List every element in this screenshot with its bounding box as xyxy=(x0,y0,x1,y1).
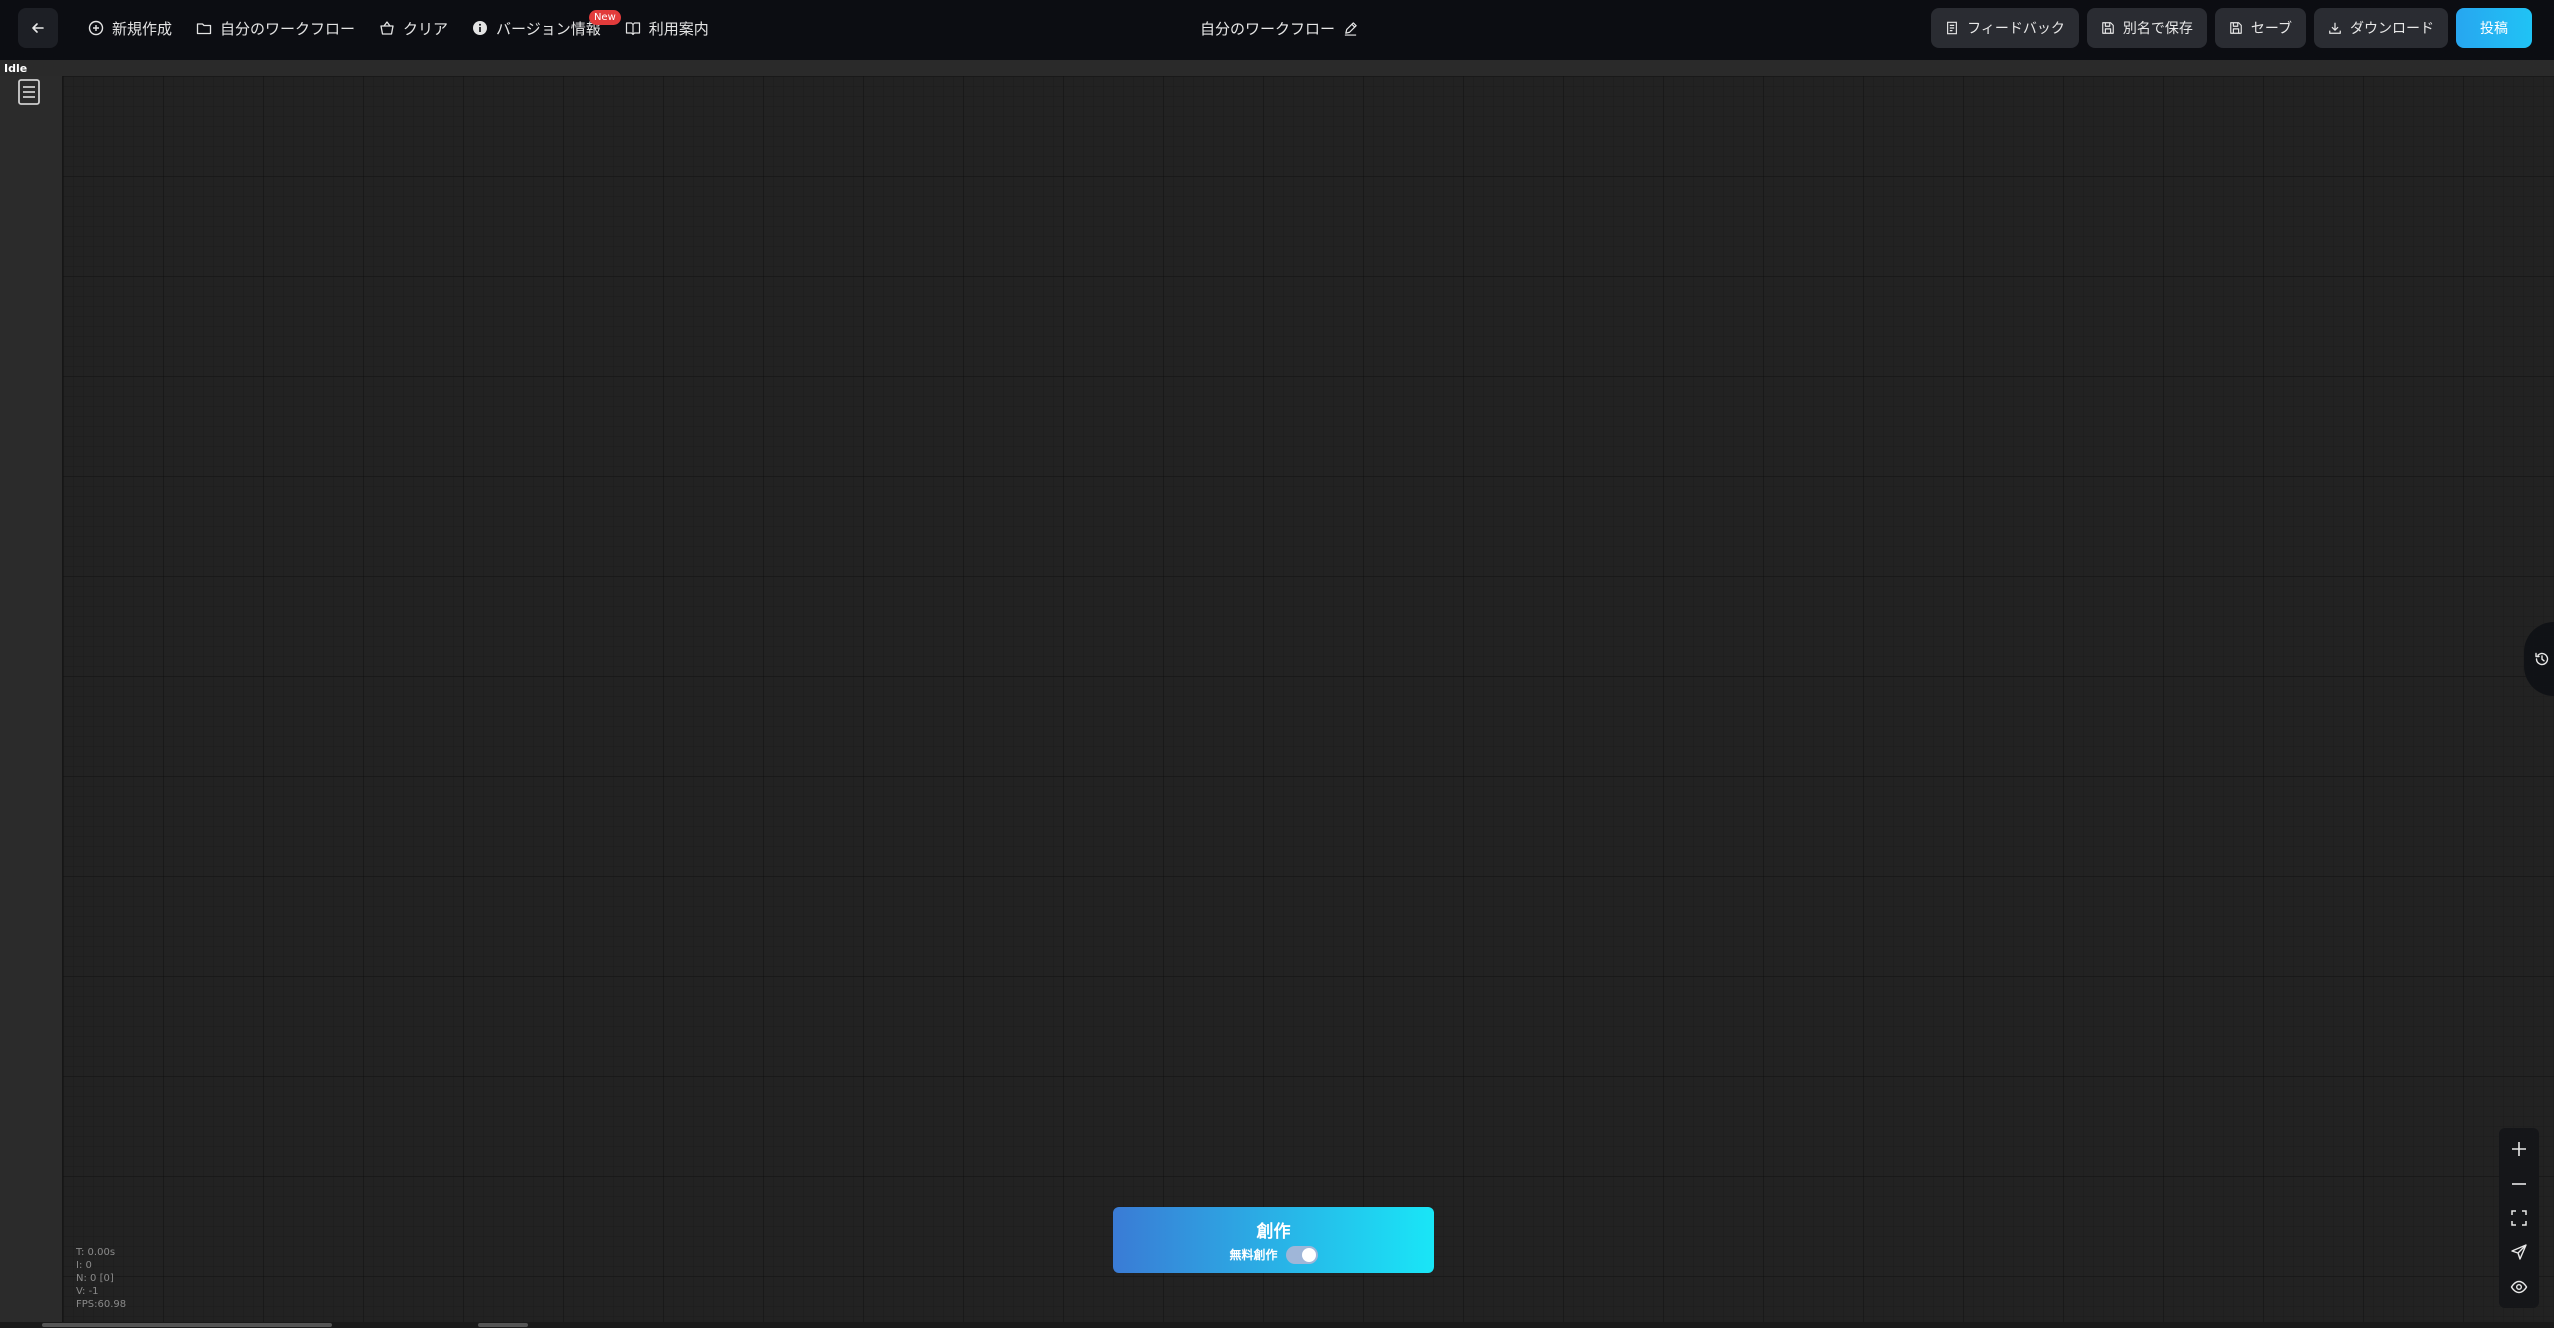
create-label: 創作 xyxy=(1256,1221,1291,1242)
locate-button[interactable] xyxy=(2504,1237,2534,1267)
action-buttons: フィードバック 別名で保存 セーブ ダウンロード 投稿 xyxy=(1931,8,2532,48)
book-icon xyxy=(625,22,640,36)
workflow-canvas[interactable] xyxy=(63,76,2554,1326)
guide-label: 利用案内 xyxy=(648,19,709,38)
download-icon xyxy=(2329,22,2341,34)
fullscreen-icon xyxy=(2511,1210,2527,1226)
stat-nodes: N: 0 [0] xyxy=(76,1273,114,1284)
horizontal-scrollbar[interactable] xyxy=(0,1322,2554,1328)
save-as-button[interactable]: 別名で保存 xyxy=(2086,8,2207,48)
my-workflows-button[interactable]: 自分のワークフロー xyxy=(184,0,367,56)
stat-time: T: 0.00s xyxy=(76,1247,116,1258)
main-menu: 新規作成 自分のワークフロー クリア バージョン情報 New 利用案内 xyxy=(76,0,721,56)
zoom-out-button[interactable] xyxy=(2504,1169,2534,1199)
canvas-controls xyxy=(2499,1128,2539,1308)
document-list-icon xyxy=(18,79,40,105)
download-label: ダウンロード xyxy=(2350,21,2434,37)
edit-pencil-icon[interactable] xyxy=(1343,21,1358,36)
my-workflows-label: 自分のワークフロー xyxy=(220,19,356,38)
status-label: Idle xyxy=(4,62,28,75)
zoom-in-button[interactable] xyxy=(2504,1134,2534,1164)
stat-version: V: -1 xyxy=(76,1286,99,1297)
post-button[interactable]: 投稿 xyxy=(2456,8,2532,48)
workflow-title[interactable]: 自分のワークフロー xyxy=(1200,0,1358,56)
post-label: 投稿 xyxy=(2480,21,2508,37)
new-workflow-button[interactable]: 新規作成 xyxy=(76,0,184,56)
fit-view-button[interactable] xyxy=(2504,1203,2534,1233)
clear-button[interactable]: クリア xyxy=(367,0,460,56)
save-label: セーブ xyxy=(2250,21,2292,37)
left-sidebar xyxy=(0,76,63,1328)
free-create-row: 無料創作 xyxy=(1229,1245,1318,1264)
feedback-label: フィードバック xyxy=(1967,21,2065,37)
floppy-icon xyxy=(2230,22,2242,34)
status-strip xyxy=(0,60,2554,76)
feedback-icon xyxy=(1947,21,1958,35)
folder-icon xyxy=(196,23,212,35)
version-info-button[interactable]: バージョン情報 New xyxy=(460,0,621,56)
top-bar: 新規作成 自分のワークフロー クリア バージョン情報 New 利用案内 自分のワ… xyxy=(0,0,2554,61)
history-icon xyxy=(2535,652,2549,666)
save-button[interactable]: セーブ xyxy=(2214,8,2306,48)
stat-fps: FPS:60.98 xyxy=(76,1299,127,1310)
stat-iterations: I: 0 xyxy=(76,1260,92,1271)
minus-icon xyxy=(2512,1182,2526,1185)
eye-icon xyxy=(2510,1280,2528,1293)
info-icon xyxy=(473,21,488,35)
clear-label: クリア xyxy=(403,19,449,38)
new-workflow-label: 新規作成 xyxy=(112,19,173,38)
arrow-left-icon xyxy=(32,23,44,33)
send-icon xyxy=(2511,1244,2527,1261)
download-button[interactable]: ダウンロード xyxy=(2314,8,2448,48)
feedback-button[interactable]: フィードバック xyxy=(1931,8,2079,48)
workflow-title-text: 自分のワークフロー xyxy=(1200,19,1336,38)
save-as-label: 別名で保存 xyxy=(2122,21,2193,37)
create-button[interactable]: 創作 無料創作 xyxy=(1113,1207,1434,1273)
version-info-label: バージョン情報 xyxy=(496,19,601,38)
plus-circle-icon xyxy=(88,20,104,36)
render-stats: T: 0.00s I: 0 N: 0 [0] V: -1 FPS:60.98 xyxy=(76,1246,126,1311)
scrollbar-thumb[interactable] xyxy=(42,1323,332,1327)
back-button[interactable] xyxy=(18,8,58,48)
save-as-icon xyxy=(2102,22,2114,34)
node-library-button[interactable] xyxy=(16,78,42,110)
free-create-label: 無料創作 xyxy=(1229,1248,1278,1262)
guide-button[interactable]: 利用案内 xyxy=(613,0,721,56)
scrollbar-thumb-secondary[interactable] xyxy=(478,1323,528,1327)
free-create-toggle[interactable] xyxy=(1285,1245,1318,1264)
toggle-knob xyxy=(1301,1247,1316,1262)
basket-icon xyxy=(380,21,394,35)
plus-icon xyxy=(2512,1142,2526,1157)
visibility-button[interactable] xyxy=(2504,1272,2534,1302)
